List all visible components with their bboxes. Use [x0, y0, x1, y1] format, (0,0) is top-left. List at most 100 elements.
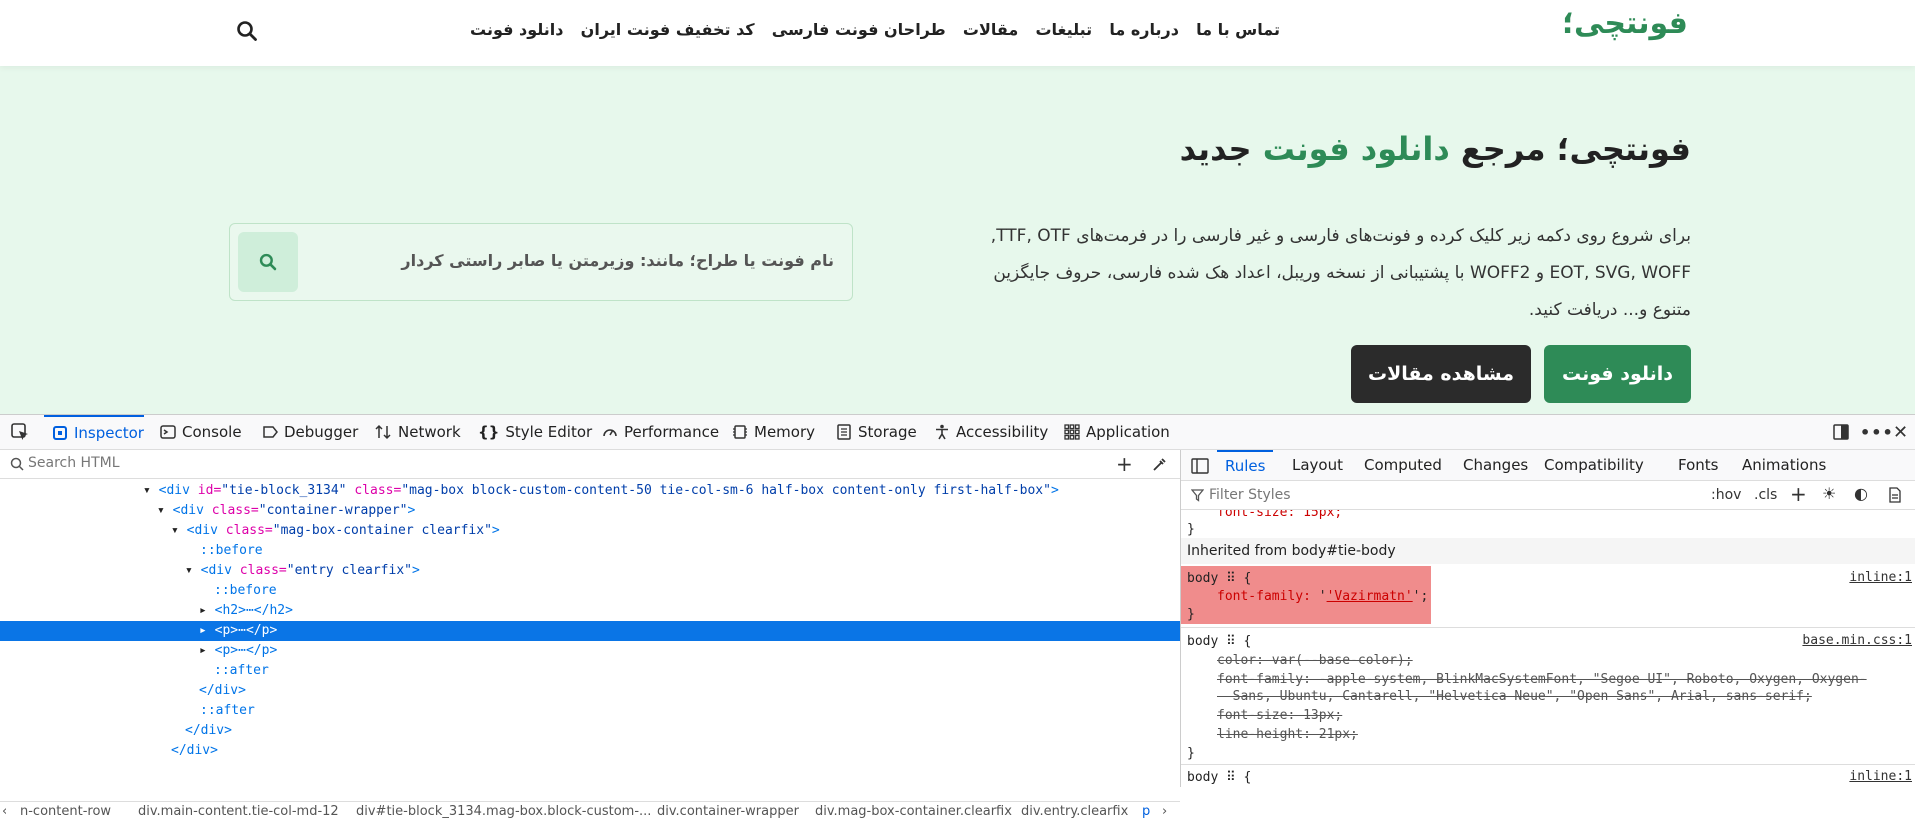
- hero-desc-line: متنوع و... دریافت کنید.: [1528, 300, 1691, 320]
- nav-item-designers[interactable]: طراحان فونت فارسی: [772, 20, 946, 44]
- nav-item-contact[interactable]: تماس با ما: [1196, 20, 1280, 44]
- breadcrumb-scroll-right-icon[interactable]: ›: [1162, 804, 1167, 819]
- tag-close: </div>: [199, 683, 246, 698]
- tab-memory[interactable]: Memory: [732, 415, 815, 449]
- nav-item-articles[interactable]: مقالات: [963, 20, 1018, 44]
- tab-label: Network: [398, 423, 461, 441]
- tab-accessibility[interactable]: Accessibility: [934, 415, 1048, 449]
- tab-storage[interactable]: Storage: [836, 415, 917, 449]
- dark-theme-icon[interactable]: ◐: [1854, 484, 1868, 503]
- tree-node[interactable]: ::after: [0, 701, 1180, 721]
- dock-icon[interactable]: [1832, 415, 1850, 449]
- css-declaration-overridden[interactable]: color: var(--base-color);: [1217, 652, 1413, 669]
- tab-performance[interactable]: Performance: [602, 415, 719, 449]
- tab-layout[interactable]: Layout: [1292, 450, 1343, 480]
- breadcrumb-item[interactable]: div.container-wrapper: [657, 804, 799, 819]
- tab-debugger[interactable]: Debugger: [262, 415, 358, 449]
- font-search-input[interactable]: نام فونت یا طراح؛ مانند: وزیرمتن یا صابر…: [229, 223, 853, 301]
- tree-node[interactable]: </div>: [0, 681, 1180, 701]
- search-icon[interactable]: [236, 20, 258, 42]
- tree-node[interactable]: ::before: [0, 581, 1180, 601]
- print-media-icon[interactable]: [1888, 487, 1902, 503]
- breadcrumb-scroll-left-icon[interactable]: ‹: [2, 804, 7, 819]
- add-node-icon[interactable]: +: [1116, 452, 1133, 476]
- tab-inspector[interactable]: Inspector: [44, 415, 144, 449]
- hero-title-part2: جدید: [1179, 130, 1252, 168]
- breadcrumb-item[interactable]: div.entry.clearfix: [1021, 804, 1128, 819]
- breadcrumb-item[interactable]: n-content-row: [20, 804, 111, 819]
- font-search-button[interactable]: [238, 232, 298, 292]
- view-articles-button[interactable]: مشاهده مقالات: [1351, 345, 1531, 403]
- tab-fonts[interactable]: Fonts: [1678, 450, 1718, 480]
- tab-changes[interactable]: Changes: [1463, 450, 1528, 480]
- toggle-pane-icon[interactable]: [1191, 458, 1209, 474]
- breadcrumb-item[interactable]: div#tie-block_3134.mag-box.block-custom-…: [356, 804, 651, 819]
- tree-node[interactable]: </div>: [0, 721, 1180, 741]
- element-picker-icon[interactable]: [10, 415, 32, 449]
- tree-node[interactable]: ▾ <div class="entry clearfix">: [0, 561, 1180, 581]
- css-declaration-overridden[interactable]: Sans, Ubuntu, Cantarell, "Helvetica Neue…: [1217, 688, 1812, 705]
- tab-label: Memory: [754, 423, 816, 441]
- css-declaration-overridden[interactable]: line-height: 21px;: [1217, 726, 1358, 743]
- site-logo[interactable]: فونتچی؛: [1562, 6, 1688, 41]
- breadcrumb-item[interactable]: div.mag-box-container.clearfix: [815, 804, 1012, 819]
- pseudo-element: ::before: [200, 543, 263, 558]
- hov-toggle[interactable]: :hov: [1711, 487, 1741, 503]
- css-declaration-overridden[interactable]: font-family: -apple-system, BlinkMacSyst…: [1217, 671, 1867, 688]
- tree-node[interactable]: ▾ <div id="tie-block_3134" class="mag-bo…: [0, 481, 1180, 501]
- filter-styles-input[interactable]: Filter Styles :hov .cls + ☀ ◐: [1181, 481, 1915, 510]
- css-selector[interactable]: body: [1187, 634, 1218, 649]
- eyedropper-icon[interactable]: [1152, 456, 1168, 472]
- download-font-button[interactable]: دانلود فونت: [1544, 345, 1691, 403]
- tab-application[interactable]: Application: [1064, 415, 1170, 449]
- tab-console[interactable]: Console: [160, 415, 242, 449]
- tree-node[interactable]: ▾ <div class="mag-box-container clearfix…: [0, 521, 1180, 541]
- breadcrumb-item[interactable]: div.main-content.tie-col-md-12: [138, 804, 339, 819]
- nav-item-discount[interactable]: کد تخفیف فونت ایران: [581, 20, 755, 44]
- rule-close-brace: }: [1187, 607, 1195, 622]
- breadcrumb-item-current[interactable]: p: [1142, 804, 1150, 819]
- rule-source-link[interactable]: inline:1: [1849, 570, 1912, 585]
- add-rule-icon[interactable]: +: [1790, 482, 1807, 506]
- grid-icon[interactable]: ⠿: [1226, 634, 1236, 649]
- tab-compatibility[interactable]: Compatibility: [1544, 450, 1644, 480]
- css-declaration[interactable]: font-size: 15px;: [1217, 510, 1342, 521]
- css-property[interactable]: font-family:: [1217, 589, 1311, 604]
- tab-style-editor[interactable]: {} Style Editor: [478, 415, 592, 449]
- tree-node[interactable]: ▸ <h2>⋯</h2>: [0, 601, 1180, 621]
- close-icon[interactable]: ✕: [1893, 415, 1908, 449]
- tab-network[interactable]: Network: [374, 415, 461, 449]
- tree-node[interactable]: ▾ <div class="container-wrapper">: [0, 501, 1180, 521]
- tab-computed[interactable]: Computed: [1364, 450, 1442, 480]
- tag-open: <div: [200, 563, 240, 578]
- tree-node[interactable]: ▸ <p>⋯</p>: [0, 641, 1180, 661]
- css-selector[interactable]: body: [1187, 571, 1218, 586]
- grid-icon[interactable]: ⠿: [1226, 571, 1236, 586]
- tag-open: <div: [158, 483, 198, 498]
- nav-item-about[interactable]: درباره ما: [1109, 20, 1179, 44]
- tag-close: >: [1050, 483, 1059, 498]
- tab-rules[interactable]: Rules: [1217, 450, 1274, 480]
- attr-name: id=: [197, 483, 222, 498]
- light-theme-icon[interactable]: ☀: [1822, 484, 1836, 503]
- rule-source-link[interactable]: inline:1: [1849, 769, 1912, 784]
- tab-animations[interactable]: Animations: [1742, 450, 1826, 480]
- more-options-icon[interactable]: •••: [1860, 415, 1894, 449]
- css-selector[interactable]: body: [1187, 770, 1218, 785]
- rule-source-link[interactable]: base.min.css:1: [1802, 633, 1912, 648]
- tree-node[interactable]: ::after: [0, 661, 1180, 681]
- tree-node[interactable]: ::before: [0, 541, 1180, 561]
- cls-toggle[interactable]: .cls: [1754, 487, 1777, 503]
- grid-icon[interactable]: ⠿: [1226, 770, 1236, 785]
- tree-node-selected[interactable]: ▸ <p>⋯</p>: [0, 621, 1180, 641]
- css-value[interactable]: 'Vazirmatn': [1327, 589, 1413, 604]
- nav-item-download[interactable]: دانلود فونت: [470, 20, 564, 44]
- tree-node[interactable]: </div>: [0, 741, 1180, 757]
- nav-item-ads[interactable]: تبلیغات: [1035, 20, 1092, 44]
- markup-view: Search HTML + ▾ <div id="tie-block_3134"…: [0, 450, 1180, 819]
- tab-label: Debugger: [284, 423, 359, 441]
- tab-label: Inspector: [74, 424, 144, 442]
- css-declaration-overridden[interactable]: font-size: 13px;: [1217, 707, 1342, 724]
- attr-value: "tie-block_3134": [221, 483, 347, 498]
- search-html-input[interactable]: Search HTML +: [0, 450, 1180, 479]
